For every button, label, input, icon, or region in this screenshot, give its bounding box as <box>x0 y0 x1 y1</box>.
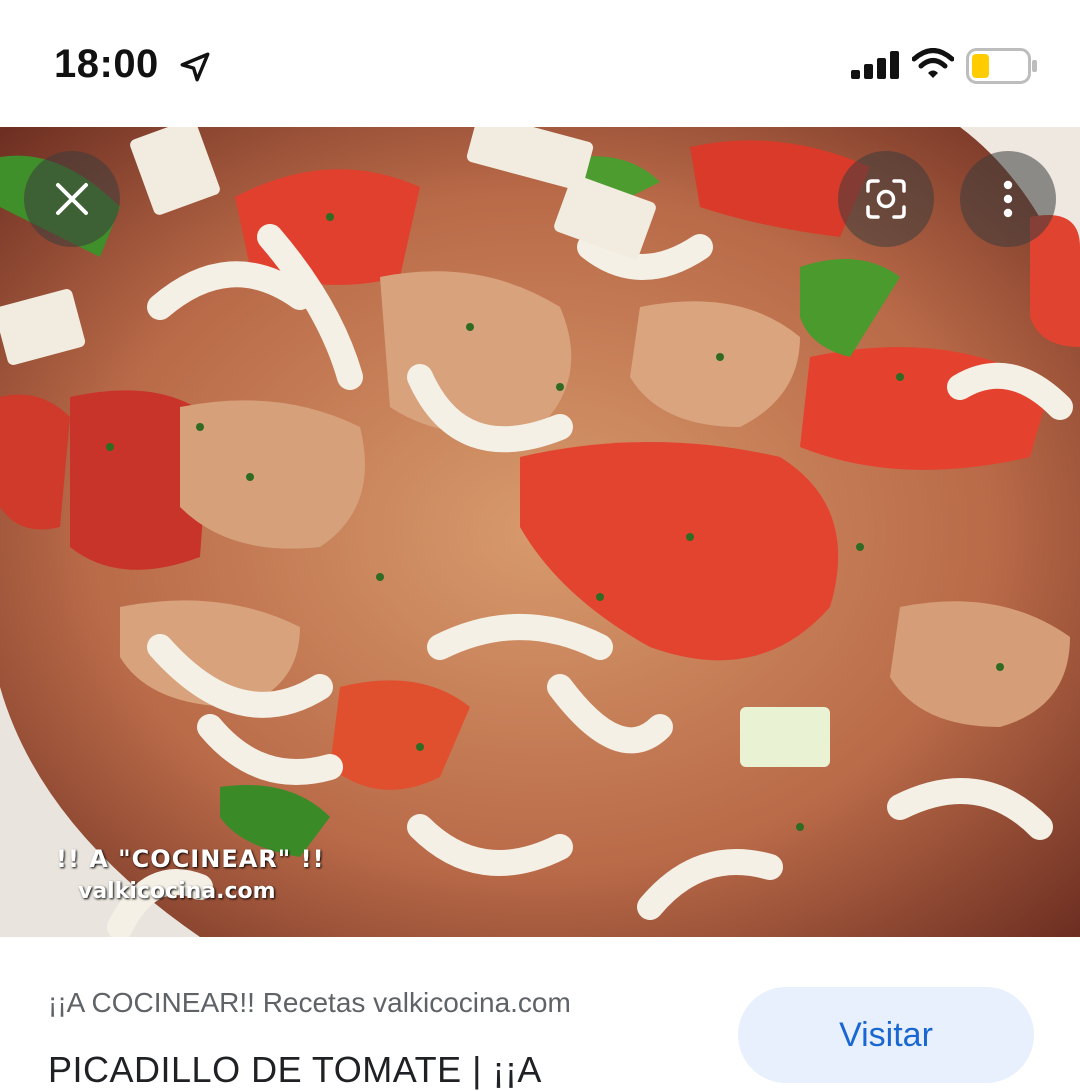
close-icon <box>56 183 88 215</box>
watermark-title: !! A "COCINEAR" !! <box>56 845 325 873</box>
cellular-signal-icon <box>851 51 899 79</box>
battery-low-icon <box>966 48 1037 84</box>
result-title[interactable]: PICADILLO DE TOMATE | ¡¡A <box>48 1049 542 1091</box>
image-watermark: !! A "COCINEAR" !! valkicocina.com <box>56 845 325 904</box>
visit-button[interactable]: Visitar <box>738 987 1034 1083</box>
lens-icon <box>866 179 906 219</box>
location-arrow-icon <box>180 52 210 82</box>
wifi-icon <box>912 48 954 78</box>
result-info: ¡¡A COCINEAR!! Recetas valkicocina.com P… <box>0 937 1080 1090</box>
status-bar: 18:00 <box>0 0 1080 127</box>
salad-image <box>0 127 1080 937</box>
status-time: 18:00 <box>54 42 159 86</box>
close-button[interactable] <box>24 151 120 247</box>
recipe-photo[interactable]: !! A "COCINEAR" !! valkicocina.com <box>0 127 1080 937</box>
watermark-site: valkicocina.com <box>78 879 276 904</box>
lens-button[interactable] <box>838 151 934 247</box>
more-vert-icon <box>1003 180 1013 218</box>
result-source[interactable]: ¡¡A COCINEAR!! Recetas valkicocina.com <box>48 987 571 1019</box>
more-options-button[interactable] <box>960 151 1056 247</box>
